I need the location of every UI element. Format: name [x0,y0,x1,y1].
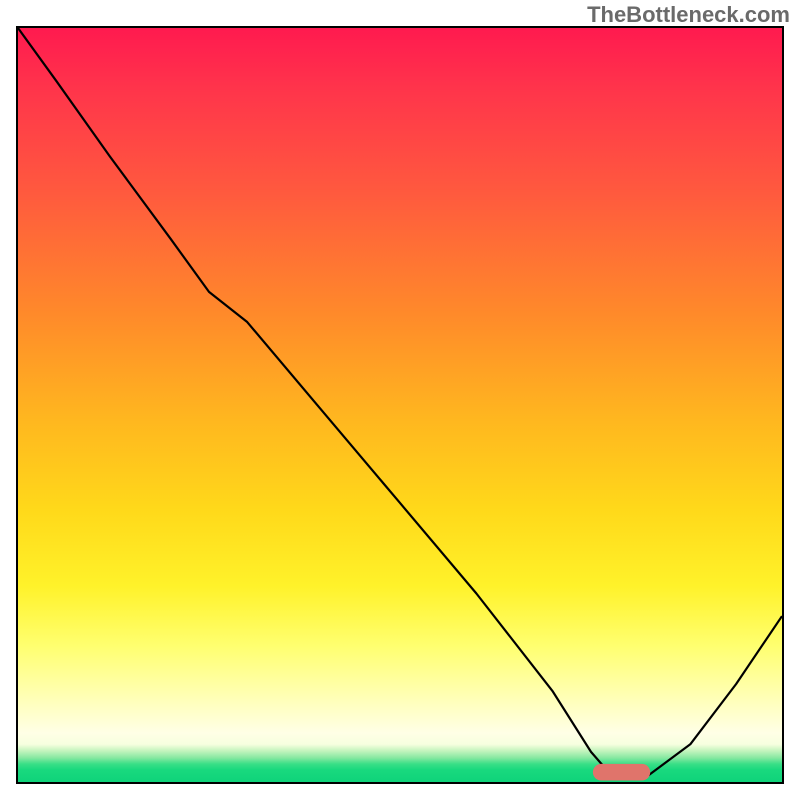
optimal-marker [593,764,650,781]
watermark-label: TheBottleneck.com [587,2,790,28]
bottleneck-curve-line [18,28,782,778]
chart-svg [18,28,782,782]
chart-plot-area [16,26,784,784]
